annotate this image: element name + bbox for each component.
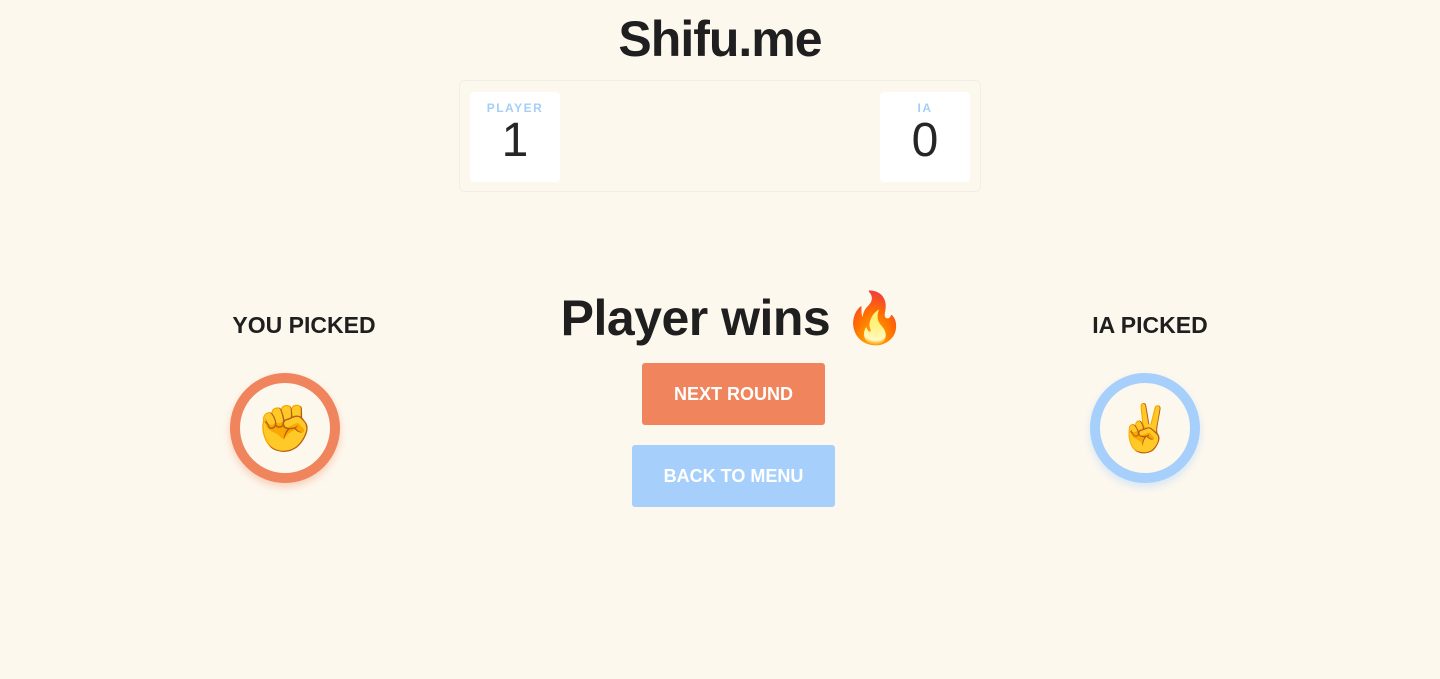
round-result: Player wins 🔥 bbox=[560, 290, 906, 346]
app-title: Shifu.me bbox=[618, 11, 822, 67]
next-round-button[interactable]: NEXT ROUND bbox=[642, 363, 825, 425]
scoreboard: PLAYER 1 IA 0 bbox=[459, 80, 981, 192]
rock-fist-icon: ✊ bbox=[230, 373, 340, 483]
player-pick-section: YOU PICKED bbox=[230, 312, 378, 339]
you-picked-label: YOU PICKED bbox=[232, 312, 376, 338]
ia-score-value: 0 bbox=[911, 114, 939, 167]
ia-picked-label: IA PICKED bbox=[1092, 312, 1208, 338]
game-page: Shifu.me PLAYER 1 IA 0 YOU PICKED ✊ Play… bbox=[0, 0, 1440, 679]
player-score-label: PLAYER bbox=[486, 101, 544, 115]
ia-score-label: IA bbox=[917, 101, 933, 115]
ia-score-card: IA 0 bbox=[880, 92, 970, 182]
back-to-menu-button[interactable]: BACK TO MENU bbox=[632, 445, 835, 507]
player-score-card: PLAYER 1 bbox=[470, 92, 560, 182]
scissors-victory-hand-icon: ✌️ bbox=[1090, 373, 1200, 483]
player-score-value: 1 bbox=[501, 114, 529, 167]
ia-pick-section: IA PICKED bbox=[1089, 312, 1211, 339]
